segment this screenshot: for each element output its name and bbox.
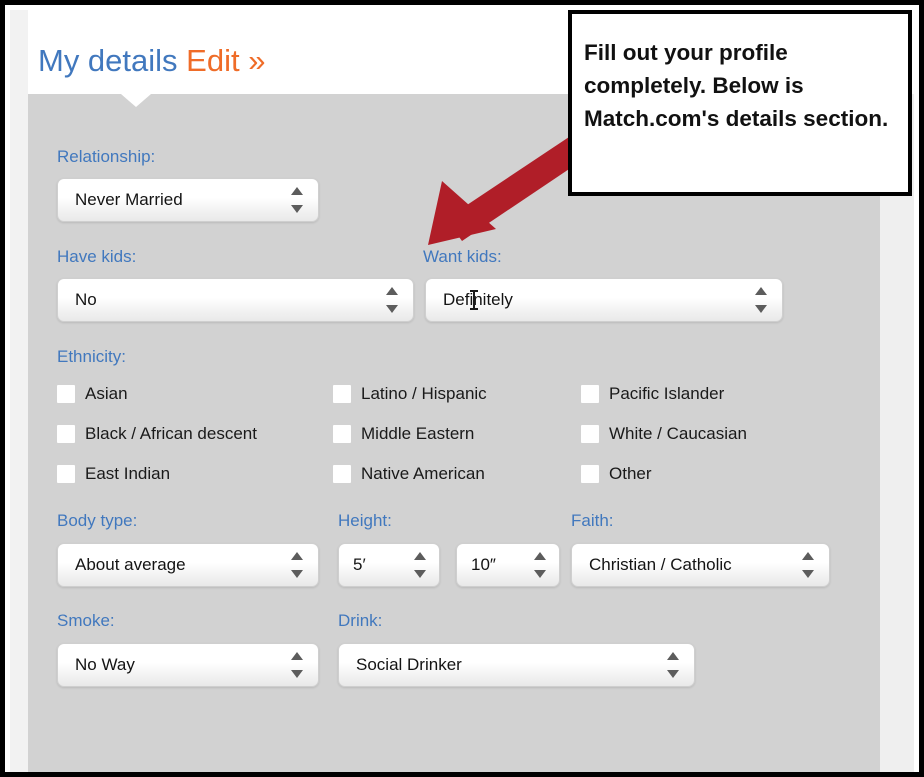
smoke-value: No Way xyxy=(75,655,135,674)
ethnicity-label: Ethnicity: xyxy=(57,347,126,366)
have-kids-value: No xyxy=(75,290,97,309)
ethnicity-option-label: Native American xyxy=(361,464,485,483)
have-kids-select[interactable]: No xyxy=(57,278,414,322)
relationship-value: Never Married xyxy=(75,190,183,209)
drink-value: Social Drinker xyxy=(356,655,462,674)
stepper-arrows-icon[interactable] xyxy=(534,552,547,578)
smoke-label: Smoke: xyxy=(57,611,115,630)
text-caret xyxy=(470,290,478,310)
body-type-value: About average xyxy=(75,555,186,574)
ethnicity-option-asian[interactable]: Asian xyxy=(57,384,128,406)
stepper-arrows-icon[interactable] xyxy=(386,287,399,313)
faith-label: Faith: xyxy=(571,511,614,530)
ethnicity-option-middle-eastern[interactable]: Middle Eastern xyxy=(333,424,474,446)
stepper-arrows-icon[interactable] xyxy=(291,187,304,213)
want-kids-value: Definitely xyxy=(443,290,513,309)
ethnicity-option-label: Pacific Islander xyxy=(609,384,725,403)
ethnicity-option-white-caucasian[interactable]: White / Caucasian xyxy=(581,424,747,446)
checkbox-native-american[interactable] xyxy=(333,465,351,483)
body-type-select[interactable]: About average xyxy=(57,543,319,587)
header-notch xyxy=(121,94,151,107)
ethnicity-option-native-american[interactable]: Native American xyxy=(333,464,485,486)
ethnicity-option-label: Black / African descent xyxy=(85,424,257,443)
screenshot-root: My details Edit » Relationship: Never Ma… xyxy=(0,0,924,777)
checkbox-latino-hispanic[interactable] xyxy=(333,385,351,403)
height-feet-select[interactable]: 5′ xyxy=(338,543,440,587)
page-title: My details Edit » xyxy=(38,43,265,79)
ethnicity-option-label: Latino / Hispanic xyxy=(361,384,487,403)
annotation-callout-text: Fill out your profile completely. Below … xyxy=(584,40,889,131)
want-kids-select[interactable]: Definitely xyxy=(425,278,783,322)
checkbox-middle-eastern[interactable] xyxy=(333,425,351,443)
body-type-label: Body type: xyxy=(57,511,138,530)
relationship-label: Relationship: xyxy=(57,147,156,166)
height-label: Height: xyxy=(338,511,392,530)
stepper-arrows-icon[interactable] xyxy=(414,552,427,578)
ethnicity-option-pacific-islander[interactable]: Pacific Islander xyxy=(581,384,724,406)
drink-label: Drink: xyxy=(338,611,383,630)
stepper-arrows-icon[interactable] xyxy=(291,552,304,578)
page-title-text: My details xyxy=(38,43,178,78)
ethnicity-option-black-african-descent[interactable]: Black / African descent xyxy=(57,424,257,446)
left-gutter xyxy=(10,10,29,772)
ethnicity-option-label: Other xyxy=(609,464,652,483)
ethnicity-option-label: White / Caucasian xyxy=(609,424,747,443)
ethnicity-option-other[interactable]: Other xyxy=(581,464,652,486)
want-kids-label: Want kids: xyxy=(423,247,502,266)
ethnicity-option-label: East Indian xyxy=(85,464,171,483)
stepper-arrows-icon[interactable] xyxy=(667,652,680,678)
ethnicity-option-label: Middle Eastern xyxy=(361,424,475,443)
checkbox-east-indian[interactable] xyxy=(57,465,75,483)
relationship-select[interactable]: Never Married xyxy=(57,178,319,222)
checkbox-asian[interactable] xyxy=(57,385,75,403)
stepper-arrows-icon[interactable] xyxy=(755,287,768,313)
ethnicity-option-label: Asian xyxy=(85,384,128,403)
have-kids-label: Have kids: xyxy=(57,247,137,266)
height-inches-value: 10″ xyxy=(471,555,496,574)
ethnicity-option-east-indian[interactable]: East Indian xyxy=(57,464,170,486)
checkbox-other[interactable] xyxy=(581,465,599,483)
details-panel: Relationship: Never Married Have kids: N… xyxy=(28,94,880,772)
stepper-arrows-icon[interactable] xyxy=(291,652,304,678)
drink-select[interactable]: Social Drinker xyxy=(338,643,695,687)
faith-value: Christian / Catholic xyxy=(589,555,732,574)
checkbox-pacific-islander[interactable] xyxy=(581,385,599,403)
height-inches-select[interactable]: 10″ xyxy=(456,543,560,587)
stepper-arrows-icon[interactable] xyxy=(802,552,815,578)
checkbox-white-caucasian[interactable] xyxy=(581,425,599,443)
edit-link[interactable]: Edit » xyxy=(186,43,265,78)
faith-select[interactable]: Christian / Catholic xyxy=(571,543,830,587)
height-feet-value: 5′ xyxy=(353,555,366,574)
ethnicity-option-latino-hispanic[interactable]: Latino / Hispanic xyxy=(333,384,487,406)
checkbox-black-african-descent[interactable] xyxy=(57,425,75,443)
annotation-callout: Fill out your profile completely. Below … xyxy=(568,10,912,196)
smoke-select[interactable]: No Way xyxy=(57,643,319,687)
